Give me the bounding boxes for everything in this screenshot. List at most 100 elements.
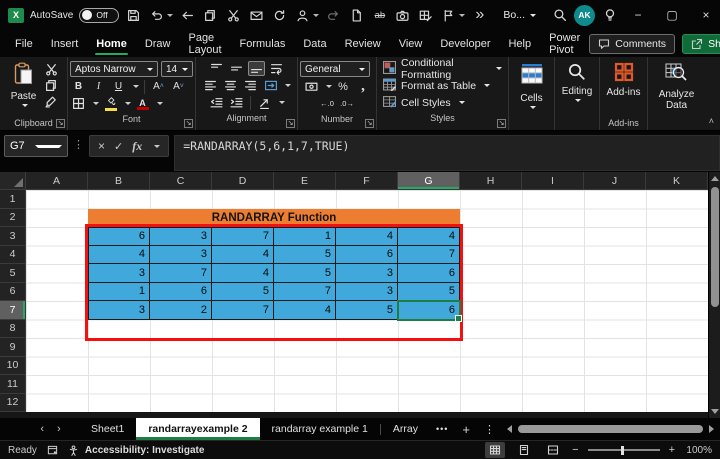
column-header-G[interactable]: G [398, 172, 460, 190]
borders-dropdown-icon[interactable] [93, 102, 99, 105]
strikethrough-icon[interactable]: ab [371, 6, 388, 24]
zoom-in-button[interactable]: + [669, 444, 675, 456]
excel-logo-icon[interactable]: X [8, 8, 24, 23]
wrap-text-button[interactable] [268, 61, 285, 76]
cell-B5[interactable]: 3 [88, 264, 150, 283]
column-header-K[interactable]: K [646, 172, 708, 190]
cut-button[interactable] [43, 62, 60, 77]
cell-E5[interactable]: 5 [274, 264, 336, 283]
maximize-button[interactable]: ▢ [658, 0, 686, 30]
align-bottom-button[interactable] [248, 61, 265, 76]
cut-icon[interactable] [225, 6, 242, 24]
formula-input[interactable]: =RANDARRAY(5,6,1,7,TRUE) [174, 135, 720, 171]
fill-color-dropdown-icon[interactable] [125, 102, 131, 105]
vertical-scrollbar[interactable] [708, 172, 720, 418]
ribbon-tab-help[interactable]: Help [499, 30, 540, 57]
more-commands-button[interactable]: » [471, 6, 488, 24]
scroll-up-icon[interactable] [711, 176, 719, 181]
column-header-C[interactable]: C [150, 172, 212, 190]
editing-button[interactable]: Editing [558, 60, 597, 104]
sheet-tab-sheet1[interactable]: Sheet1 [79, 418, 136, 440]
accounting-format-button[interactable] [303, 79, 320, 94]
decrease-indent-button[interactable] [208, 95, 225, 110]
ribbon-tab-file[interactable]: File [6, 30, 42, 57]
column-header-D[interactable]: D [212, 172, 274, 190]
decrease-font-button[interactable]: A˅ [170, 79, 187, 94]
cell-C5[interactable]: 7 [150, 264, 212, 283]
sheet-canvas[interactable]: RANDARRAY Function 637144434567374536165… [26, 190, 708, 412]
ribbon-tab-developer[interactable]: Developer [431, 30, 499, 57]
enter-check-icon[interactable]: ✓ [114, 140, 123, 153]
zoom-slider[interactable] [588, 449, 660, 451]
cells-button[interactable]: Cells [515, 60, 549, 111]
row-header-6[interactable]: 6 [0, 283, 26, 302]
column-header-B[interactable]: B [88, 172, 150, 190]
cell-C6[interactable]: 6 [150, 283, 212, 302]
ribbon-tab-formulas[interactable]: Formulas [231, 30, 295, 57]
flag-dropdown-icon[interactable] [459, 14, 465, 17]
cell-C7[interactable]: 2 [150, 301, 212, 320]
copy-button[interactable] [43, 78, 60, 93]
sheet-tab-array[interactable]: Array [381, 418, 430, 440]
font-size-select[interactable]: 14 [161, 61, 193, 77]
cell-F6[interactable]: 3 [336, 283, 398, 302]
number-format-select[interactable]: General [300, 61, 370, 77]
row-header-10[interactable]: 10 [0, 357, 26, 376]
select-all-corner[interactable] [0, 172, 26, 190]
undo-dropdown-icon[interactable] [167, 14, 173, 17]
cell-G3[interactable]: 4 [398, 227, 460, 246]
column-header-E[interactable]: E [274, 172, 336, 190]
horizontal-scrollbar[interactable] [501, 425, 720, 433]
active-cell-selection[interactable] [397, 300, 461, 321]
addins-button[interactable]: Add-ins [603, 60, 645, 100]
ribbon-tab-view[interactable]: View [390, 30, 432, 57]
avatar[interactable]: AK [574, 5, 595, 26]
underline-button[interactable]: U [110, 79, 127, 94]
next-sheet-button[interactable]: › [51, 423, 68, 435]
increase-font-button[interactable]: A˄ [150, 79, 167, 94]
page-layout-view-button[interactable] [514, 442, 534, 458]
scroll-left-icon[interactable] [507, 425, 512, 433]
ribbon-tab-page-layout[interactable]: Page Layout [179, 30, 230, 57]
lightbulb-icon[interactable] [601, 6, 618, 24]
search-icon[interactable] [551, 6, 568, 24]
underline-dropdown-icon[interactable] [133, 85, 139, 88]
cell-G4[interactable]: 7 [398, 246, 460, 265]
mail-icon[interactable] [248, 6, 265, 24]
new-sheet-button[interactable]: + [462, 422, 470, 437]
cell-C3[interactable]: 3 [150, 227, 212, 246]
row-header-4[interactable]: 4 [0, 246, 26, 265]
italic-button[interactable]: I [90, 79, 107, 94]
autosave-toggle[interactable]: Off [79, 8, 119, 23]
orientation-dropdown-icon[interactable] [279, 101, 285, 104]
person-dropdown-icon[interactable] [313, 14, 319, 17]
sheet-tab-randarray-example-1[interactable]: randarray example 1 [260, 418, 380, 440]
number-dialog-launcher[interactable]: ↘ [365, 119, 374, 128]
accounting-dropdown-icon[interactable] [326, 85, 332, 88]
ribbon-tab-draw[interactable]: Draw [136, 30, 180, 57]
format-painter-button[interactable] [43, 94, 60, 109]
back-icon[interactable] [179, 6, 196, 24]
percent-style-button[interactable]: % [335, 79, 352, 94]
zoom-slider-thumb[interactable] [621, 446, 624, 455]
font-dialog-launcher[interactable]: ↘ [184, 119, 193, 128]
page-break-view-button[interactable] [543, 442, 563, 458]
borders-button[interactable] [70, 96, 87, 111]
cell-F4[interactable]: 6 [336, 246, 398, 265]
cell-E4[interactable]: 5 [274, 246, 336, 265]
increase-indent-button[interactable] [228, 95, 245, 110]
cell-F3[interactable]: 4 [336, 227, 398, 246]
row-header-7[interactable]: 7 [0, 301, 26, 320]
align-center-button[interactable] [222, 78, 239, 93]
comma-style-button[interactable]: , [355, 79, 372, 94]
cell-B6[interactable]: 1 [88, 283, 150, 302]
cell-F5[interactable]: 3 [336, 264, 398, 283]
align-top-button[interactable] [208, 61, 225, 76]
analyze-data-button[interactable]: Analyze Data [651, 60, 703, 114]
name-box[interactable]: G7 [4, 135, 68, 157]
row-header-5[interactable]: 5 [0, 264, 26, 283]
font-name-select[interactable]: Aptos Narrow [70, 61, 158, 77]
copy-icon[interactable] [202, 6, 219, 24]
row-header-2[interactable]: 2 [0, 209, 26, 228]
ribbon-tab-power-pivot[interactable]: Power Pivot [540, 30, 589, 57]
